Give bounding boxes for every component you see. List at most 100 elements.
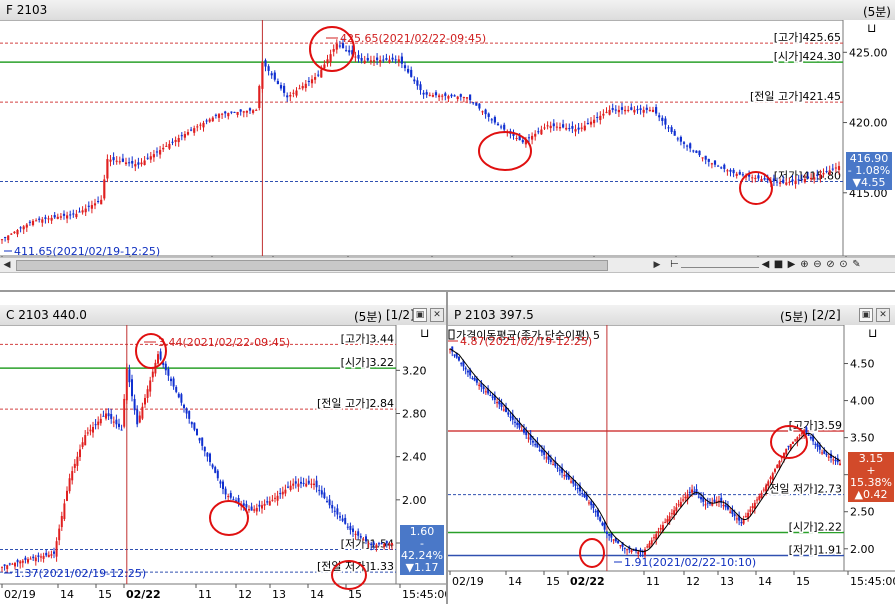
candle-body [490, 119, 493, 121]
candle-body [794, 180, 797, 185]
candle-body [376, 57, 379, 61]
zoom-out-icon[interactable]: ⊖ [811, 258, 824, 272]
put-chart-period[interactable]: (5분) [780, 308, 808, 325]
badge-percent: + 15.38% [850, 464, 892, 489]
candle-body [797, 179, 800, 181]
candle-body [170, 378, 172, 382]
zoom-fit-icon[interactable]: ⊙ [837, 258, 850, 272]
zoom-reset-icon[interactable]: ⊘ [824, 258, 837, 272]
candle-body [642, 109, 645, 113]
candle-body [360, 57, 363, 61]
call-chart-period[interactable]: (5분) [354, 308, 382, 325]
candle-body [199, 124, 202, 126]
prev-icon[interactable]: ◀ [759, 258, 772, 272]
futures-chart-period[interactable]: (5분) [863, 3, 891, 20]
candle-body [270, 73, 273, 76]
put-chart-close-icon[interactable]: ✕ [876, 308, 890, 322]
candle-body [413, 79, 416, 82]
candle-body [27, 559, 29, 563]
candle-body [670, 513, 673, 515]
reference-label: [전일 고가]421.45 [750, 89, 841, 103]
candle-body [352, 528, 354, 532]
stop-icon[interactable]: ■ [772, 258, 785, 272]
candle-body [664, 118, 667, 125]
candle-body [661, 117, 664, 121]
put-candlestick-chart[interactable]: 4.504.003.503.002.502.00[고가]3.59[전일 저가]2… [448, 325, 895, 604]
candle-body [124, 162, 128, 165]
reference-label: [고가]3.44 [341, 332, 394, 345]
candle-body [626, 549, 629, 551]
highlight-circle [739, 171, 773, 205]
candle-body [349, 525, 352, 531]
candle-body [209, 453, 211, 463]
candle-body [216, 470, 219, 479]
candle-body [224, 111, 227, 114]
candle-body [323, 492, 326, 499]
candle-body [310, 79, 314, 84]
scroll-right-icon[interactable]: ▶ [650, 258, 664, 272]
candle-body [320, 69, 323, 78]
zoom-in-icon[interactable]: ⊕ [798, 258, 811, 272]
candle-body [159, 149, 162, 155]
candle-body [624, 109, 627, 112]
candle-body [315, 480, 318, 488]
candle-body [227, 496, 230, 498]
scroll-left-icon[interactable]: ◀ [0, 258, 14, 272]
highlight-circle [209, 500, 249, 536]
candle-body [372, 60, 376, 62]
candle-body [828, 170, 831, 175]
candle-body [97, 421, 100, 426]
y-tick-label: 2.80 [402, 407, 427, 420]
candle-body [357, 54, 360, 59]
call-candlestick-chart[interactable]: 3.202.802.402.001.60[고가]3.44[시가]3.22[전일 … [0, 325, 446, 604]
candle-body [617, 540, 620, 544]
candle-body [410, 69, 413, 77]
badge-change: ▼1.17 [405, 561, 439, 574]
x-tick-label: 02/19 [452, 575, 484, 588]
x-tick-label: 02/22 [570, 575, 605, 588]
futures-candlestick-chart[interactable]: 425.00420.00415.00[고가]425.65[시가]424.30[전… [0, 20, 895, 272]
call-chart-settings-icon[interactable]: ▣ [413, 308, 427, 322]
candle-body [110, 413, 113, 419]
candle-body [385, 541, 388, 544]
candle-body [382, 59, 385, 61]
high-annotation: 4.87(2021/02/19-12:25) [460, 335, 592, 348]
candle-body [58, 528, 61, 541]
candle-body [50, 217, 53, 221]
next-icon[interactable]: ▶ [785, 258, 798, 272]
candle-body [834, 460, 837, 462]
candle-body [292, 92, 295, 94]
candle-body [675, 507, 678, 511]
put-chart-settings-icon[interactable]: ▣ [859, 308, 873, 322]
candle-body [527, 137, 531, 139]
futures-scrollbar[interactable]: ◀ ▶ ⊢ ◀ ■ ▶ ⊕ ⊖ ⊘ ⊙ ✎ [0, 257, 895, 273]
candle-body [227, 113, 230, 117]
reference-label: [저가]1.91 [789, 543, 842, 556]
candle-body [682, 499, 685, 501]
candle-body [552, 123, 555, 127]
candle-body [185, 408, 188, 414]
candle-body [87, 205, 90, 207]
candle-body [188, 411, 191, 419]
candle-body [69, 214, 72, 216]
reference-label: [고가]425.65 [774, 31, 841, 44]
badge-change: ▲0.42 [854, 488, 888, 501]
candle-body [307, 480, 310, 484]
wrench-icon[interactable]: ✎ [850, 258, 863, 272]
candle-body [428, 94, 431, 96]
candle-body [689, 143, 692, 149]
candle-body [500, 126, 503, 128]
candle-body [13, 231, 16, 234]
candle-body [713, 160, 717, 165]
candle-body [120, 429, 123, 431]
candle-body [466, 370, 469, 373]
call-chart-close-icon[interactable]: ✕ [430, 308, 444, 322]
candle-body [800, 179, 803, 181]
candle-body [93, 203, 97, 206]
candle-body [310, 483, 313, 485]
candle-body [314, 77, 317, 80]
zoom-slider-handle-icon[interactable]: ⊢ [668, 258, 681, 272]
candle-body [289, 95, 292, 97]
candle-body [302, 482, 305, 484]
scroll-thumb[interactable] [16, 260, 608, 271]
